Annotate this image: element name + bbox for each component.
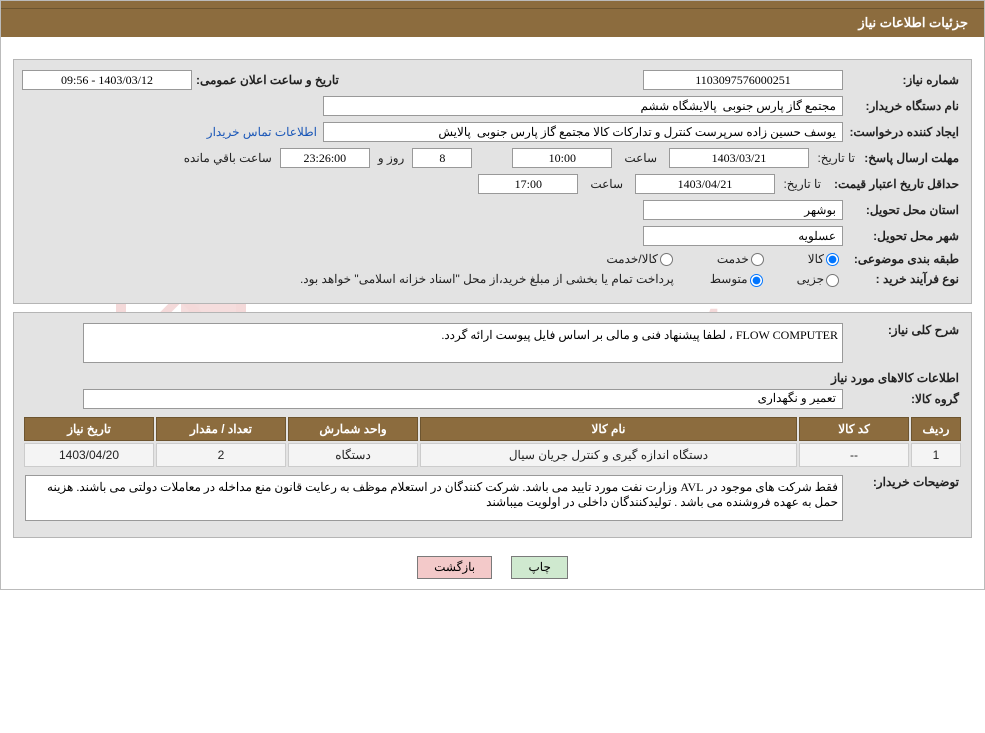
city-label: شهر محل تحویل: [843,229,963,243]
validity-date [635,174,775,194]
category-opt-both-text: کالا/خدمت [606,252,657,266]
group-field [83,389,843,409]
buyer-notes-label: توضیحات خریدار: [843,475,963,489]
city-field [643,226,843,246]
province-label: استان محل تحویل: [843,203,963,217]
cell-date: 1403/04/20 [24,443,154,467]
buyer-label: نام دستگاه خریدار: [843,99,963,113]
cell-code: -- [799,443,909,467]
table-row: 1 -- دستگاه اندازه گیری و کنترل جریان سی… [24,443,961,467]
days-and-label: روز و [370,151,413,165]
th-unit: واحد شمارش [288,417,418,441]
process-opt-minor[interactable]: جزیی [797,272,843,286]
need-no-label: شماره نیاز: [843,73,963,87]
category-label: طبقه بندی موضوعی: [843,252,963,266]
print-button[interactable]: چاپ [511,556,567,579]
info-panel: شماره نیاز: تاریخ و ساعت اعلان عمومی: نا… [13,59,972,304]
category-opt-both[interactable]: کالا/خدمت [606,252,676,266]
validity-to-label: تا تاریخ: [775,177,825,191]
category-opt-goods-text: کالا [808,252,824,266]
th-code: کد کالا [799,417,909,441]
details-panel: شرح کلی نیاز: اطلاعات کالاهای مورد نیاز … [13,312,972,538]
need-desc-field [83,323,843,363]
process-opt-medium-text: متوسط [710,272,748,286]
validity-label: حداقل تاریخ اعتبار قیمت: [825,177,963,191]
process-opt-minor-text: جزیی [797,272,824,286]
th-qty: تعداد / مقدار [156,417,286,441]
deadline-remaining-time [280,148,370,168]
cell-name: دستگاه اندازه گیری و کنترل جریان سیال [420,443,797,467]
deadline-time-label: ساعت [612,151,669,165]
th-row: ردیف [911,417,961,441]
remaining-label: ساعت باقي مانده [180,151,280,165]
need-no-field [643,70,843,90]
th-name: نام کالا [420,417,797,441]
buyer-field [323,96,843,116]
buyer-contact-link[interactable]: اطلاعات تماس خریدار [207,125,323,139]
th-date: تاریخ نیاز [24,417,154,441]
category-opt-goods[interactable]: کالا [808,252,843,266]
process-label: نوع فرآیند خرید : [843,272,963,286]
deadline-date [669,148,809,168]
province-field [643,200,843,220]
category-opt-service[interactable]: خدمت [717,252,768,266]
buyer-notes-field [25,475,843,521]
requester-field [323,122,843,142]
deadline-label: مهلت ارسال پاسخ: [859,151,963,165]
process-note: پرداخت تمام یا بخشی از مبلغ خرید،از محل … [294,272,680,286]
cell-qty: 2 [156,443,286,467]
requester-label: ایجاد کننده درخواست: [843,125,963,139]
deadline-days [412,148,472,168]
need-desc-label: شرح کلی نیاز: [843,323,963,337]
top-accent-bar [1,1,984,9]
page-title: جزئیات اطلاعات نیاز [1,9,984,37]
validity-time-label: ساعت [578,177,635,191]
announce-label: تاریخ و ساعت اعلان عمومی: [192,73,343,87]
deadline-time [512,148,612,168]
process-opt-medium[interactable]: متوسط [710,272,767,286]
cell-unit: دستگاه [288,443,418,467]
deadline-to-label: تا تاریخ: [809,151,859,165]
announce-field [22,70,192,90]
category-opt-service-text: خدمت [717,252,749,266]
cell-row: 1 [911,443,961,467]
validity-time [478,174,578,194]
goods-section-title: اطلاعات کالاهای مورد نیاز [26,371,959,385]
group-label: گروه کالا: [843,392,963,406]
action-bar: چاپ بازگشت [1,550,984,589]
items-table: ردیف کد کالا نام کالا واحد شمارش تعداد /… [22,415,963,469]
back-button[interactable]: بازگشت [417,556,492,579]
